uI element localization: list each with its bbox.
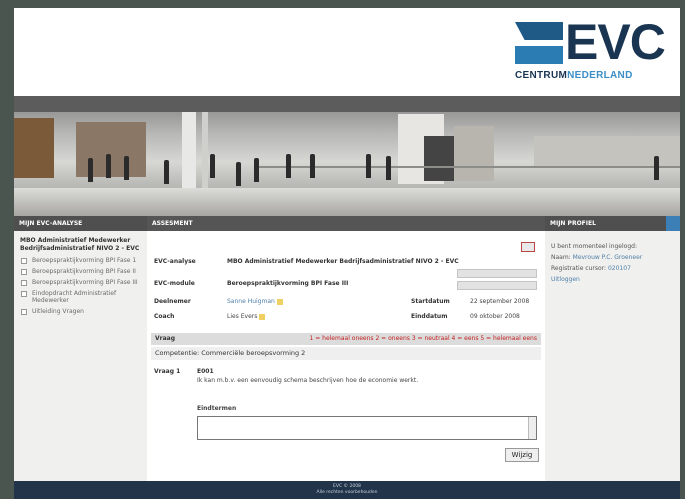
question-header: Vraag 1 = helemaal oneens 2 = oneens 3 =… bbox=[151, 333, 541, 345]
page-frame: EVC CENTRUMNEDERLAND MIJN EVC-ANALYSE MB… bbox=[14, 8, 680, 499]
evc-logo[interactable]: EVC CENTRUMNEDERLAND bbox=[515, 16, 670, 90]
answer-label: Eindtermen bbox=[197, 405, 237, 412]
profile-line: Naam: Mevrouw P.C. Groeneer bbox=[551, 254, 643, 261]
sidebar-item-uitleiding[interactable]: Uitleiding Vragen bbox=[14, 306, 147, 317]
logo-subtitle: CENTRUMNEDERLAND bbox=[515, 70, 633, 81]
deelnemer-link[interactable]: Sanne Huigman bbox=[227, 298, 275, 305]
competentie-bar: Competentie: Commerciële beroepsvorming … bbox=[151, 347, 541, 360]
wijzig-button[interactable]: Wijzig bbox=[505, 448, 539, 462]
checkbox-icon[interactable] bbox=[21, 291, 27, 297]
sidebar-item-eindopdracht[interactable]: Eindopdracht Administratief Medewerker bbox=[14, 288, 147, 306]
edit-icon[interactable] bbox=[259, 313, 266, 320]
header: EVC CENTRUMNEDERLAND bbox=[14, 8, 680, 96]
checkbox-icon[interactable] bbox=[21, 309, 27, 315]
question-text: Ik kan m.b.v. een eenvoudig schema besch… bbox=[197, 377, 419, 384]
answer-textarea[interactable] bbox=[197, 416, 537, 440]
textarea-scrollbar[interactable] bbox=[528, 417, 536, 439]
sidebar-item-fase-2[interactable]: Beroepspraktijkvorming BPI Fase II bbox=[14, 266, 147, 277]
profile-line: U bent momenteel ingelogd: bbox=[551, 243, 637, 250]
action-button-1[interactable] bbox=[457, 269, 537, 278]
action-button-2[interactable] bbox=[457, 281, 537, 290]
logo-wordmark: EVC bbox=[565, 14, 666, 70]
panel-header: ASSESMENT bbox=[147, 216, 545, 231]
sidebar-evc-analyse: MIJN EVC-ANALYSE MBO Administratief Mede… bbox=[14, 216, 147, 481]
rating-scale: 1 = helemaal oneens 2 = oneens 3 = neutr… bbox=[309, 335, 537, 342]
edit-icon[interactable] bbox=[276, 298, 283, 305]
profile-registration-link[interactable]: 020107 bbox=[608, 265, 631, 272]
pdf-icon[interactable] bbox=[521, 242, 535, 252]
checkbox-icon[interactable] bbox=[21, 258, 27, 264]
sidebar-item-fase-1[interactable]: Beroepspraktijkvorming BPI Fase 1 bbox=[14, 255, 147, 266]
sidebar-title: MBO Administratief Medewerker Bedrijfsad… bbox=[20, 237, 140, 252]
profile-line: Registratie cursor: 020107 bbox=[551, 265, 631, 272]
profile-line: Uitloggen bbox=[545, 274, 680, 285]
checkbox-icon[interactable] bbox=[21, 269, 27, 275]
sidebar-profile: MIJN PROFIEL U bent momenteel ingelogd: … bbox=[545, 216, 680, 481]
sidebar-item-fase-3[interactable]: Beroepspraktijkvorming BPI Fase III bbox=[14, 277, 147, 288]
profile-name-link[interactable]: Mevrouw P.C. Groeneer bbox=[573, 254, 643, 261]
sidebar-header: MIJN EVC-ANALYSE bbox=[14, 216, 147, 231]
banner-photo bbox=[14, 96, 680, 216]
assessment-panel: ASSESMENT EVC-analyse MBO Administratief… bbox=[147, 216, 545, 481]
logo-mark-icon bbox=[515, 20, 563, 68]
footer: EVC © 2008 Alle rechten voorbehouden bbox=[14, 481, 680, 499]
checkbox-icon[interactable] bbox=[21, 280, 27, 286]
logout-link[interactable]: Uitloggen bbox=[551, 276, 580, 283]
profile-header: MIJN PROFIEL bbox=[545, 216, 680, 231]
